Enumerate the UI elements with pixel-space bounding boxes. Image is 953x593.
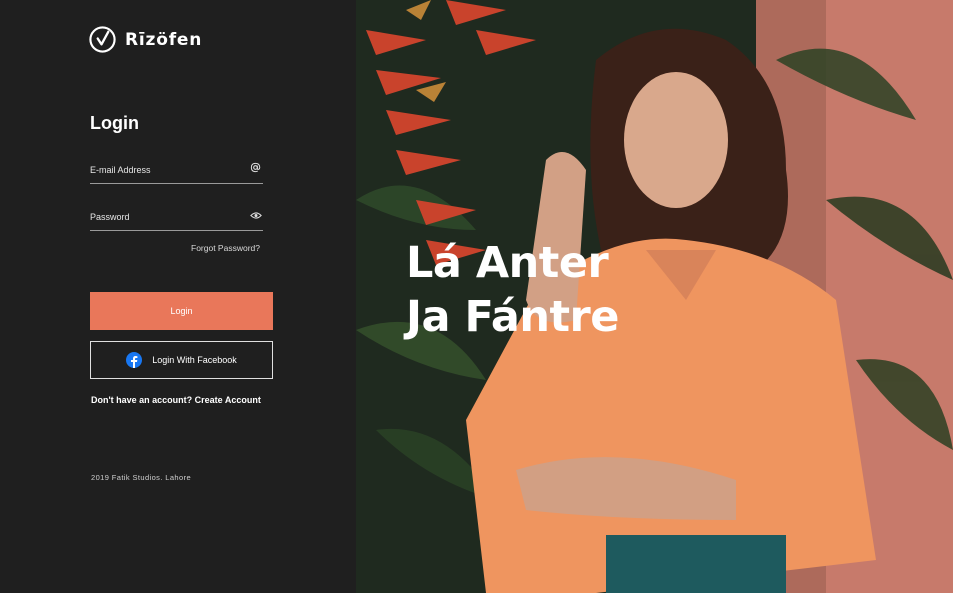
hero-line-2: Ja Fántre: [406, 292, 619, 342]
login-panel: Rīzöfen Login Forgot Password? Login Log…: [0, 0, 356, 593]
hero-line-1: Lá Anter: [406, 238, 609, 288]
login-title: Login: [90, 113, 139, 133]
login-facebook-button[interactable]: Login With Facebook: [90, 341, 273, 379]
checkmark-circle-icon: [89, 26, 116, 53]
password-field-wrapper: [90, 207, 263, 231]
signup-prompt: Don't have an account? Create Account: [91, 395, 261, 405]
facebook-button-label: Login With Facebook: [152, 355, 237, 365]
password-input[interactable]: [90, 208, 240, 226]
login-button[interactable]: Login: [90, 292, 273, 330]
at-icon: [250, 162, 261, 173]
footer-text: 2019 Fatik Studios. Lahore: [91, 473, 192, 482]
email-input[interactable]: [90, 161, 240, 179]
facebook-icon: [126, 352, 143, 368]
brand-logo[interactable]: Rīzöfen: [88, 25, 202, 54]
signup-prompt-text: Don't have an account?: [91, 395, 193, 405]
eye-icon[interactable]: [250, 211, 262, 222]
email-field-wrapper: [90, 160, 263, 184]
forgot-password-link[interactable]: Forgot Password?: [191, 243, 260, 253]
hero-headline: Lá Anter Ja Fántre: [406, 236, 619, 344]
brand-name: Rīzöfen: [125, 29, 203, 50]
create-account-link[interactable]: Create Account: [195, 395, 261, 405]
